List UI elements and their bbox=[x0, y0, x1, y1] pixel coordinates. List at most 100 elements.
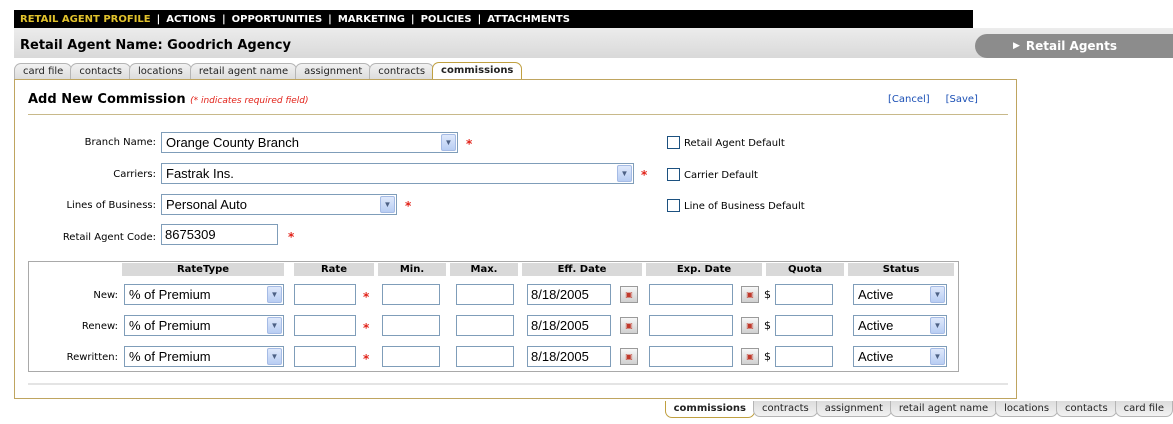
carriers-label: Carriers: bbox=[113, 169, 156, 180]
status-value: Active bbox=[858, 349, 894, 364]
status-select[interactable]: Active ▼ bbox=[853, 284, 947, 305]
eff-date-input[interactable]: 8/18/2005 bbox=[527, 346, 611, 367]
chevron-down-icon[interactable]: ▼ bbox=[930, 286, 945, 303]
retail-agents-button[interactable]: ▶ Retail Agents bbox=[975, 34, 1173, 58]
carrier-default-label: Carrier Default bbox=[684, 170, 758, 181]
chevron-down-icon[interactable]: ▼ bbox=[441, 134, 456, 151]
chevron-down-icon[interactable]: ▼ bbox=[617, 165, 632, 182]
header-status: Status bbox=[848, 263, 954, 276]
tab-assignment[interactable]: assignment bbox=[295, 63, 372, 79]
header-rate: Rate bbox=[294, 263, 374, 276]
nav-separator: | bbox=[156, 13, 161, 25]
header-eff-date: Eff. Date bbox=[522, 263, 642, 276]
lines-of-business-select[interactable]: Personal Auto ▼ bbox=[161, 194, 397, 215]
nav-attachments[interactable]: ATTACHMENTS bbox=[487, 14, 570, 25]
triangle-right-icon: ▶ bbox=[1013, 41, 1020, 51]
page-title: Retail Agent Name: Goodrich Agency bbox=[20, 38, 291, 53]
nav-separator: | bbox=[410, 13, 415, 25]
dollar-sign: $ bbox=[764, 319, 771, 332]
rate-type-value: % of Premium bbox=[129, 318, 211, 333]
chevron-down-icon[interactable]: ▼ bbox=[930, 317, 945, 334]
required-star: * bbox=[288, 230, 295, 244]
branch-name-select[interactable]: Orange County Branch ▼ bbox=[161, 132, 458, 153]
header-max: Max. bbox=[450, 263, 518, 276]
chevron-down-icon[interactable]: ▼ bbox=[380, 196, 395, 213]
carriers-select[interactable]: Fastrak Ins. ▼ bbox=[161, 163, 634, 184]
tab-locations[interactable]: locations bbox=[128, 63, 192, 79]
divider bbox=[28, 383, 1008, 385]
calendar-icon[interactable]: ▣ bbox=[620, 286, 638, 303]
retail-agent-code-label: Retail Agent Code: bbox=[62, 232, 156, 243]
header-exp-date: Exp. Date bbox=[646, 263, 762, 276]
retail-agent-code-input[interactable]: 8675309 bbox=[161, 224, 278, 245]
calendar-icon[interactable]: ▣ bbox=[741, 286, 759, 303]
quota-input[interactable] bbox=[775, 284, 833, 305]
min-input[interactable] bbox=[382, 315, 440, 336]
chevron-down-icon[interactable]: ▼ bbox=[267, 286, 282, 303]
header-min: Min. bbox=[378, 263, 446, 276]
rate-input[interactable] bbox=[294, 315, 356, 336]
rate-input[interactable] bbox=[294, 346, 356, 367]
rate-type-select[interactable]: % of Premium ▼ bbox=[124, 284, 284, 305]
nav-separator: | bbox=[221, 13, 226, 25]
bottom-tab-retail-agent-name[interactable]: retail agent name bbox=[889, 401, 998, 417]
tab-contacts[interactable]: contacts bbox=[70, 63, 131, 79]
required-star: * bbox=[363, 321, 370, 335]
max-input[interactable] bbox=[456, 284, 514, 305]
rate-type-select[interactable]: % of Premium ▼ bbox=[124, 346, 284, 367]
exp-date-input[interactable] bbox=[649, 284, 733, 305]
status-select[interactable]: Active ▼ bbox=[853, 346, 947, 367]
exp-date-input[interactable] bbox=[649, 315, 733, 336]
tab-contracts[interactable]: contracts bbox=[369, 63, 435, 79]
calendar-icon[interactable]: ▣ bbox=[741, 348, 759, 365]
retail-agent-default-label: Retail Agent Default bbox=[684, 138, 785, 149]
carriers-value: Fastrak Ins. bbox=[166, 166, 234, 181]
calendar-icon[interactable]: ▣ bbox=[620, 348, 638, 365]
bottom-tab-locations[interactable]: locations bbox=[995, 401, 1059, 417]
nav-opportunities[interactable]: OPPORTUNITIES bbox=[232, 14, 323, 25]
bottom-tab-assignment[interactable]: assignment bbox=[815, 401, 892, 417]
tab-retail-agent-name[interactable]: retail agent name bbox=[189, 63, 298, 79]
status-value: Active bbox=[858, 287, 894, 302]
nav-policies[interactable]: POLICIES bbox=[421, 14, 472, 25]
rate-input[interactable] bbox=[294, 284, 356, 305]
save-link[interactable]: [Save] bbox=[946, 94, 978, 105]
section-tabs: card file contacts locations retail agen… bbox=[14, 62, 523, 79]
bottom-tab-contacts[interactable]: contacts bbox=[1056, 401, 1117, 417]
cancel-link[interactable]: [Cancel] bbox=[888, 94, 930, 105]
lines-of-business-value: Personal Auto bbox=[166, 197, 247, 212]
bottom-tab-card-file[interactable]: card file bbox=[1114, 401, 1173, 417]
rate-type-value: % of Premium bbox=[129, 349, 211, 364]
header-quota: Quota bbox=[766, 263, 844, 276]
exp-date-input[interactable] bbox=[649, 346, 733, 367]
carrier-default-checkbox[interactable] bbox=[667, 168, 680, 181]
max-input[interactable] bbox=[456, 346, 514, 367]
chevron-down-icon[interactable]: ▼ bbox=[267, 348, 282, 365]
chevron-down-icon[interactable]: ▼ bbox=[267, 317, 282, 334]
bottom-tab-commissions[interactable]: commissions bbox=[664, 401, 755, 418]
eff-date-input[interactable]: 8/18/2005 bbox=[527, 315, 611, 336]
status-select[interactable]: Active ▼ bbox=[853, 315, 947, 336]
eff-date-input[interactable]: 8/18/2005 bbox=[527, 284, 611, 305]
rate-type-value: % of Premium bbox=[129, 287, 211, 302]
min-input[interactable] bbox=[382, 346, 440, 367]
min-input[interactable] bbox=[382, 284, 440, 305]
line-of-business-default-checkbox[interactable] bbox=[667, 199, 680, 212]
bottom-tab-contracts[interactable]: contracts bbox=[752, 401, 818, 417]
retail-agent-default-checkbox[interactable] bbox=[667, 136, 680, 149]
calendar-icon[interactable]: ▣ bbox=[741, 317, 759, 334]
rate-type-select[interactable]: % of Premium ▼ bbox=[124, 315, 284, 336]
tab-card-file[interactable]: card file bbox=[14, 63, 73, 79]
max-input[interactable] bbox=[456, 315, 514, 336]
calendar-icon[interactable]: ▣ bbox=[620, 317, 638, 334]
nav-retail-agent-profile[interactable]: RETAIL AGENT PROFILE bbox=[20, 14, 151, 25]
quota-input[interactable] bbox=[775, 346, 833, 367]
tab-commissions[interactable]: commissions bbox=[432, 62, 523, 79]
chevron-down-icon[interactable]: ▼ bbox=[930, 348, 945, 365]
nav-actions[interactable]: ACTIONS bbox=[166, 14, 216, 25]
nav-marketing[interactable]: MARKETING bbox=[338, 14, 405, 25]
quota-input[interactable] bbox=[775, 315, 833, 336]
form-actions: [Cancel] [Save] bbox=[888, 94, 978, 105]
header-ratetype: RateType bbox=[122, 263, 284, 276]
required-note: (* indicates required field) bbox=[190, 96, 309, 106]
